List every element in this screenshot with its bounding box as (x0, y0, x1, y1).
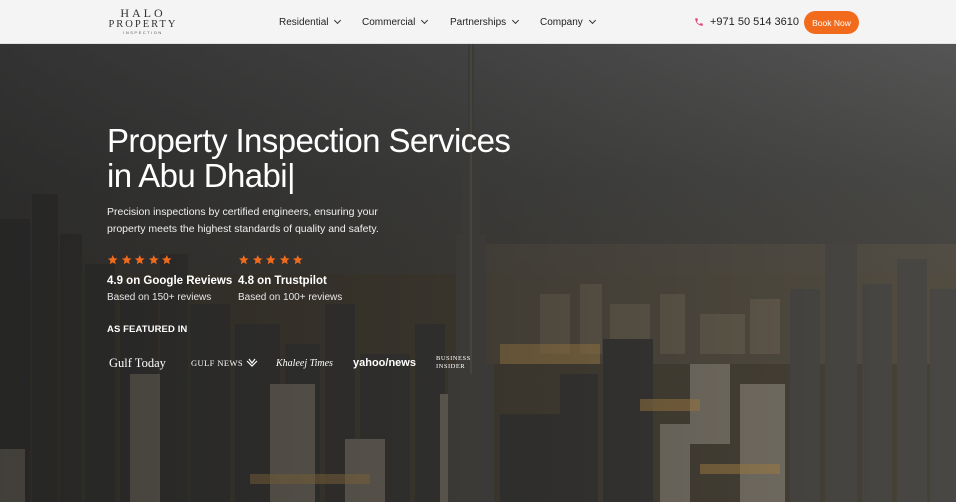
star-icon (148, 254, 159, 265)
nav-item-partnerships[interactable]: Partnerships (450, 0, 520, 44)
hero-subtitle: Precision inspections by certified engin… (107, 206, 379, 235)
star-icon (252, 254, 263, 265)
nav-item-commercial[interactable]: Commercial (362, 0, 429, 44)
featured-label: AS FEATURED IN (107, 324, 188, 335)
press-logo-khaleej-times: Khaleej Times (276, 357, 333, 369)
site-header: HALO PROPERTY INSPECTION Residential Com… (0, 0, 956, 44)
rating-headline: 4.9 on Google Reviews (107, 275, 233, 287)
rating-subtext: Based on 150+ reviews (107, 292, 212, 303)
press-logo-yahoo-news: yahoo/news (353, 357, 416, 369)
logo-text-halo: HALO (120, 6, 166, 20)
star-icon (279, 254, 290, 265)
chevron-down-icon (421, 16, 429, 25)
gulf-news-mark-icon (246, 358, 258, 367)
chevron-down-icon (588, 16, 596, 25)
phone-number: +971 50 514 3610 (710, 16, 800, 28)
nav-item-residential[interactable]: Residential (279, 0, 342, 44)
star-icon (161, 254, 172, 265)
book-now-button[interactable]: Book Now (804, 11, 859, 34)
logo-text-inspection: INSPECTION (123, 30, 163, 35)
hero-title: Property Inspection Services in Abu Dhab… (107, 122, 511, 194)
logo-text-property: PROPERTY (108, 19, 178, 30)
trustpilot-rating: 4.8 on Trustpilot Based on 100+ reviews (238, 254, 342, 304)
star-icon (292, 254, 303, 265)
press-logo-gulf-today: Gulf Today (109, 355, 166, 370)
star-icon (265, 254, 276, 265)
star-icon (107, 254, 118, 265)
gulf-news-wordmark: GULF NEWS (191, 358, 244, 368)
nav-label: Commercial (362, 16, 416, 28)
nav-label: Partnerships (450, 16, 507, 28)
chevron-down-icon (334, 16, 342, 25)
nav-label: Company (540, 16, 583, 28)
star-rating (238, 254, 342, 267)
rating-headline: 4.8 on Trustpilot (238, 275, 327, 287)
nav-item-company[interactable]: Company (540, 0, 596, 44)
phone-icon (695, 18, 703, 26)
star-icon (134, 254, 145, 265)
brand-logo[interactable]: HALO PROPERTY INSPECTION (108, 6, 178, 36)
phone-link[interactable]: +971 50 514 3610 (694, 0, 799, 44)
star-rating (107, 254, 232, 267)
rating-subtext: Based on 100+ reviews (238, 292, 343, 303)
press-logo-business-insider: BUSINESS INSIDER (436, 352, 471, 374)
star-icon (238, 254, 249, 265)
chevron-down-icon (512, 16, 520, 25)
star-icon (121, 254, 132, 265)
nav-label: Residential (279, 16, 329, 28)
press-logo-gulf-news: GULF NEWS (191, 352, 258, 374)
business-insider-line1: BUSINESS (436, 355, 471, 362)
business-insider-line2: INSIDER (436, 363, 466, 370)
google-rating: 4.9 on Google Reviews Based on 150+ revi… (107, 254, 232, 304)
